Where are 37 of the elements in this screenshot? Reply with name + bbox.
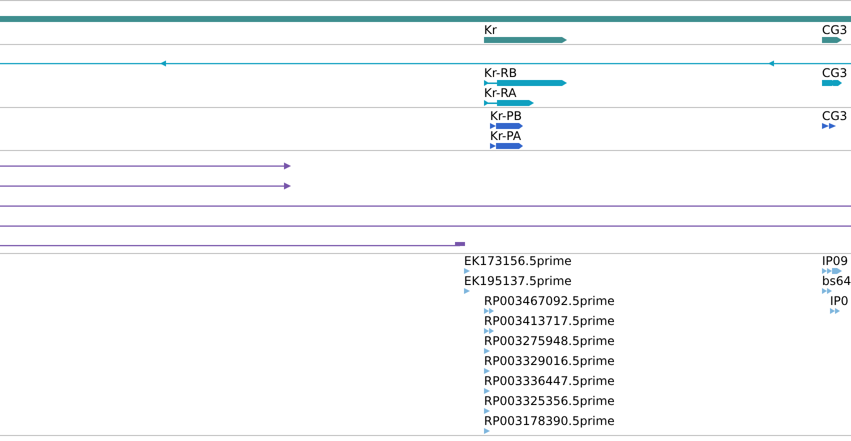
feature-label: RP003413717.5prime — [484, 314, 615, 328]
feature-label: RP003329016.5prime — [484, 354, 615, 368]
feature-label: RP003275948.5prime — [484, 334, 615, 348]
est-glyph — [484, 428, 490, 434]
transcript-glyph — [484, 100, 534, 106]
feature-label: EK195137.5prime — [464, 274, 572, 288]
est-glyph — [484, 308, 494, 314]
transcript-glyph — [822, 80, 842, 86]
feature-label: Kr-RA — [484, 86, 516, 100]
est-glyph — [484, 408, 490, 414]
protein-glyph — [490, 123, 523, 129]
feature-label: bs64 — [822, 274, 851, 288]
feature-label: Kr-PB — [490, 109, 522, 123]
feature-label: EK173156.5prime — [464, 254, 572, 268]
est-glyph — [822, 268, 842, 274]
feature-label: IP09 — [822, 254, 848, 268]
feature-label: RP003178390.5prime — [484, 414, 615, 428]
est-glyph — [484, 368, 490, 374]
feature-label: Kr-PA — [490, 129, 522, 143]
est-glyph — [484, 388, 490, 394]
feature-label: CG3 — [822, 66, 848, 80]
feature-label: IP0 — [830, 294, 848, 308]
feature-label: CG3 — [822, 23, 848, 37]
feature-label: RP003467092.5prime — [484, 294, 615, 308]
gene-glyph — [822, 37, 842, 43]
est-glyph — [464, 268, 470, 274]
feature-label: CG3 — [822, 109, 848, 123]
est-glyph — [464, 288, 470, 294]
feature-label: RP003325356.5prime — [484, 394, 615, 408]
feature-label: Kr — [484, 23, 497, 37]
est-glyph — [822, 288, 834, 294]
est-glyph — [484, 328, 494, 334]
feature-label: Kr-RB — [484, 66, 517, 80]
protein-glyph — [490, 143, 523, 149]
est-glyph — [484, 348, 490, 354]
feature-label: RP003336447.5prime — [484, 374, 615, 388]
est-glyph — [830, 308, 842, 314]
